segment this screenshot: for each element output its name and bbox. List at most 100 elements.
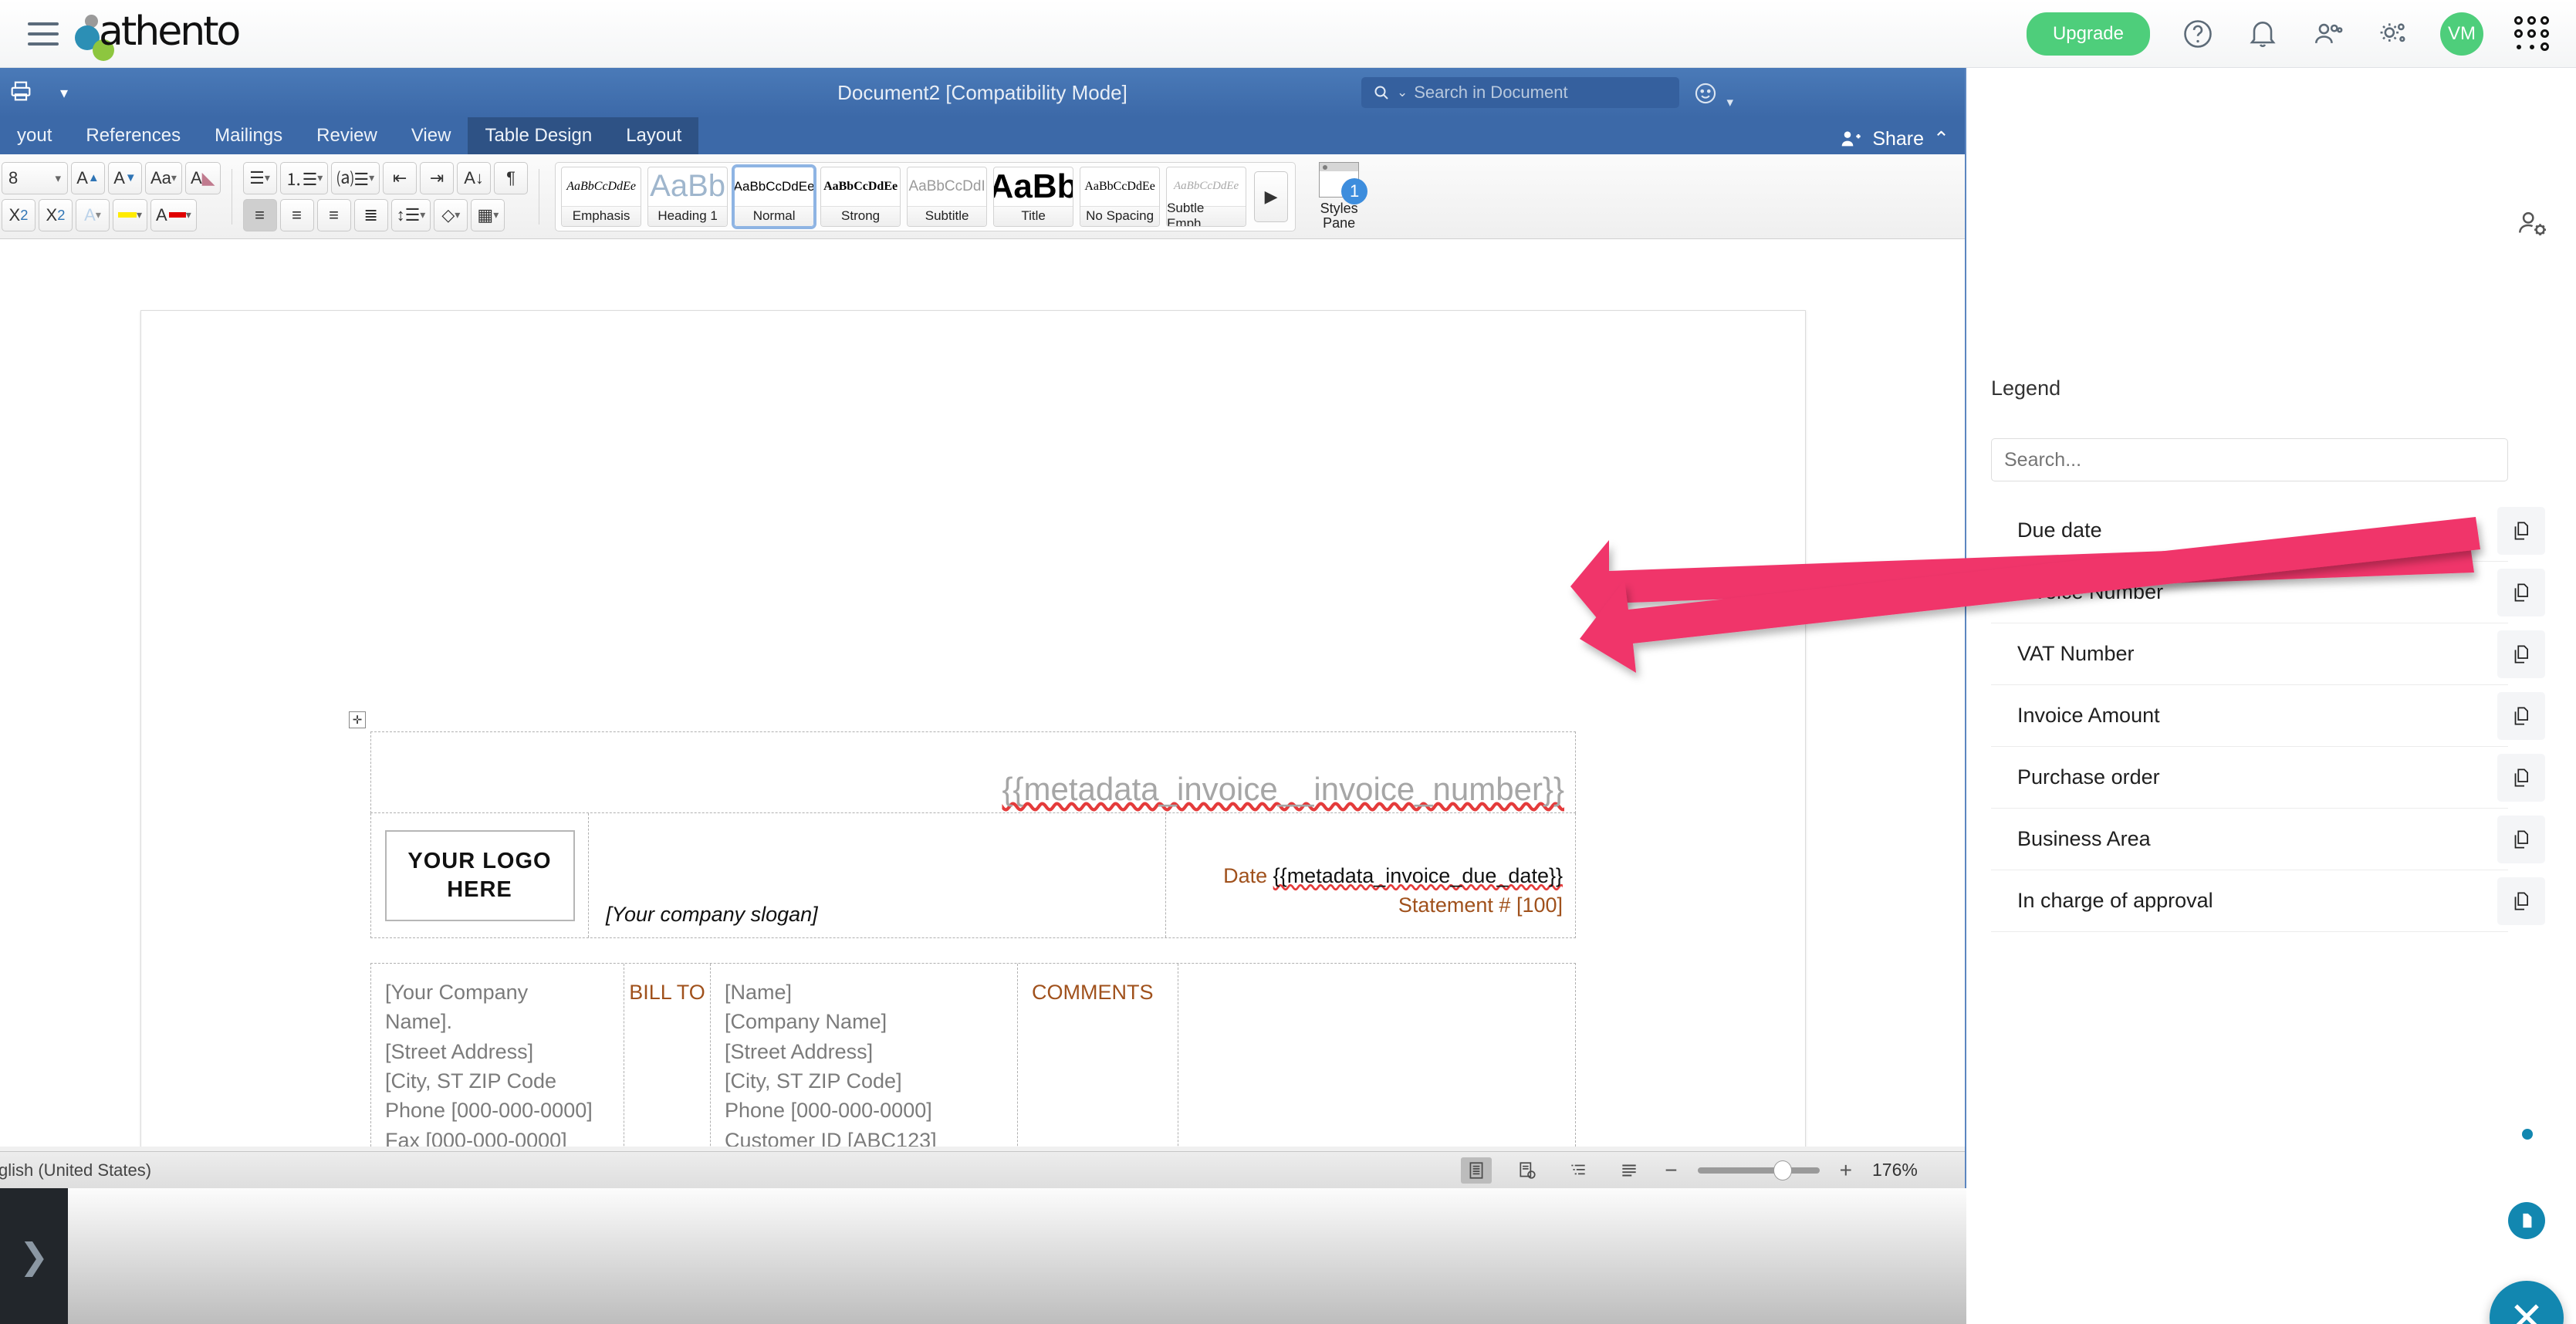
align-right-button[interactable]: ≡ <box>317 199 351 231</box>
font-color-button[interactable]: A▾ <box>150 199 197 231</box>
legend-item-purchase-order[interactable]: Purchase order <box>1991 747 2508 809</box>
text-effects-button[interactable]: A▾ <box>76 199 110 231</box>
styles-pane-button[interactable]: 1 Styles Pane <box>1307 162 1371 231</box>
recipient-address-cell[interactable]: [Name] [Company Name] [Street Address] [… <box>711 964 1018 1147</box>
legend-item-invoice-number[interactable]: Invoice Number <box>1991 562 2508 623</box>
fab-document-button[interactable] <box>2508 1202 2545 1239</box>
shading-button[interactable]: ◇▾ <box>434 199 468 231</box>
apps-grid-icon[interactable] <box>2514 16 2550 52</box>
upgrade-button[interactable]: Upgrade <box>2027 12 2150 56</box>
web-layout-view-button[interactable] <box>1512 1157 1543 1184</box>
legend-search-input[interactable] <box>2004 449 2507 471</box>
legend-search-box[interactable] <box>1991 438 2508 481</box>
style-subtitle[interactable]: AaBbCcDdI Subtitle <box>907 167 987 227</box>
print-layout-view-button[interactable] <box>1461 1157 1492 1184</box>
slogan-cell[interactable]: [Your company slogan] <box>589 813 1166 937</box>
ribbon-collapse-icon[interactable]: ⌃ <box>1933 127 1949 150</box>
copy-icon[interactable] <box>2497 816 2545 863</box>
copy-icon[interactable] <box>2497 754 2545 802</box>
menu-hamburger-icon[interactable] <box>28 22 59 46</box>
align-left-button[interactable]: ≡ <box>243 199 277 231</box>
date-cell[interactable]: Date {{metadata_invoice_due_date}} State… <box>1166 813 1575 937</box>
tab-view[interactable]: View <box>394 117 468 154</box>
zoom-percentage[interactable]: 176% <box>1872 1160 1934 1180</box>
legend-item-invoice-amount[interactable]: Invoice Amount <box>1991 685 2508 747</box>
bell-icon[interactable] <box>2246 17 2280 51</box>
increase-indent-button[interactable]: ⇥ <box>420 162 454 194</box>
style-normal[interactable]: AaBbCcDdEe Normal <box>734 167 814 227</box>
style-strong[interactable]: AaBbCcDdEe Strong <box>820 167 901 227</box>
copy-icon[interactable] <box>2497 507 2545 555</box>
share-button[interactable]: Share ⌃ <box>1838 127 1949 151</box>
legend-item-in-charge-of-approval[interactable]: In charge of approval <box>1991 870 2508 932</box>
logo-cell[interactable]: YOUR LOGO HERE <box>371 813 589 937</box>
copy-icon[interactable] <box>2497 630 2545 678</box>
tab-layout-left[interactable]: yout <box>0 117 69 154</box>
zoom-out-button[interactable]: − <box>1665 1158 1677 1183</box>
tab-review[interactable]: Review <box>299 117 394 154</box>
font-size-box[interactable]: 8 ▾ <box>2 162 68 194</box>
numbered-list-button[interactable]: ⒈☰▾ <box>280 162 329 194</box>
style-no-spacing[interactable]: AaBbCcDdEe No Spacing <box>1080 167 1160 227</box>
style-emphasis[interactable]: AaBbCcDdEe Emphasis <box>561 167 641 227</box>
word-title-bar: ▾ Document2 [Compatibility Mode] ⌄ Searc… <box>0 68 1965 117</box>
subscript-button[interactable]: X2 <box>2 199 35 231</box>
tab-table-design[interactable]: Table Design <box>468 117 609 154</box>
borders-button[interactable]: ▦▾ <box>471 199 505 231</box>
document-canvas[interactable]: ✛ {{metadata_invoice__invoice_number}} Y… <box>0 239 1965 1147</box>
word-search-box[interactable]: ⌄ Search in Document <box>1361 77 1679 108</box>
date-label: Date <box>1223 864 1267 887</box>
os-dock[interactable]: ❯ <box>0 1188 68 1324</box>
styles-more-button[interactable]: ▶ <box>1254 171 1288 222</box>
zoom-slider[interactable] <box>1698 1167 1820 1174</box>
invoice-number-field[interactable]: {{metadata_invoice__invoice_number}} <box>1002 771 1564 808</box>
draft-view-button[interactable] <box>1614 1157 1645 1184</box>
superscript-button[interactable]: X2 <box>39 199 73 231</box>
chevron-right-icon[interactable]: ❯ <box>19 1235 49 1277</box>
sender-address-cell[interactable]: [Your Company Name]. [Street Address] [C… <box>371 964 624 1147</box>
line-spacing-button[interactable]: ↕☰▾ <box>391 199 431 231</box>
comments-cell[interactable] <box>1178 964 1575 1147</box>
change-case-button[interactable]: Aa▾ <box>145 162 182 194</box>
style-subtle-emphasis[interactable]: AaBbCcDdEe Subtle Emph... <box>1166 167 1246 227</box>
settings-icon[interactable] <box>2375 17 2409 51</box>
sort-button[interactable]: A↓ <box>457 162 491 194</box>
justify-button[interactable]: ≣ <box>354 199 388 231</box>
tab-references[interactable]: References <box>69 117 198 154</box>
shrink-font-button[interactable]: A▼ <box>108 162 142 194</box>
table-move-handle[interactable]: ✛ <box>349 711 366 728</box>
styles-gallery: AaBbCcDdEe Emphasis AaBb Heading 1 AaBbC… <box>555 162 1296 231</box>
zoom-slider-knob[interactable] <box>1773 1160 1792 1180</box>
highlight-color-button[interactable]: ▾ <box>113 199 147 231</box>
zoom-in-button[interactable]: + <box>1840 1158 1852 1183</box>
show-formatting-marks-button[interactable]: ¶ <box>494 162 528 194</box>
legend-item-due-date[interactable]: Due date <box>1991 500 2508 562</box>
grow-font-button[interactable]: A▲ <box>71 162 105 194</box>
language-status[interactable]: glish (United States) <box>0 1160 151 1180</box>
copy-icon[interactable] <box>2497 692 2545 740</box>
help-icon[interactable] <box>2181 17 2215 51</box>
people-icon[interactable] <box>2311 17 2344 51</box>
align-center-button[interactable]: ≡ <box>280 199 314 231</box>
multilevel-list-button[interactable]: ⒜☰▾ <box>331 162 380 194</box>
copy-icon[interactable] <box>2497 877 2545 925</box>
user-settings-icon[interactable] <box>2514 207 2550 246</box>
copy-icon[interactable] <box>2497 569 2545 616</box>
outline-view-button[interactable] <box>1563 1157 1594 1184</box>
due-date-field: {{metadata_invoice_due_date}} <box>1273 864 1563 887</box>
tab-mailings[interactable]: Mailings <box>198 117 299 154</box>
decrease-indent-button[interactable]: ⇤ <box>383 162 417 194</box>
clear-formatting-button[interactable]: A◣ <box>185 162 221 194</box>
invoice-title-row[interactable]: {{metadata_invoice__invoice_number}} <box>370 731 1576 813</box>
fab-close-button[interactable]: ✕ <box>2490 1281 2564 1324</box>
search-icon <box>1372 83 1391 102</box>
user-avatar[interactable]: VM <box>2440 12 2483 56</box>
feedback-smiley-icon[interactable]: ▾ <box>1692 80 1733 110</box>
tab-layout[interactable]: Layout <box>609 117 698 154</box>
style-heading-1[interactable]: AaBb Heading 1 <box>647 167 728 227</box>
legend-item-business-area[interactable]: Business Area <box>1991 809 2508 870</box>
style-title[interactable]: AaBb Title <box>993 167 1073 227</box>
legend-item-vat-number[interactable]: VAT Number <box>1991 623 2508 685</box>
athento-logo[interactable]: athento <box>73 10 250 58</box>
bullet-list-button[interactable]: ☰▾ <box>243 162 277 194</box>
